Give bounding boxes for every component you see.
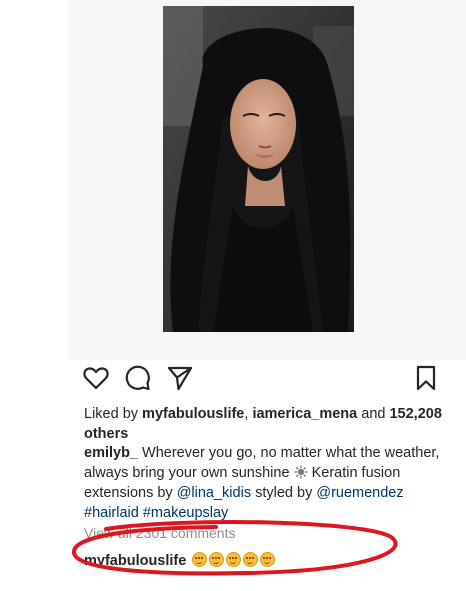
heart-eyes-emoji-icon bbox=[209, 552, 225, 567]
like-button[interactable] bbox=[82, 364, 110, 392]
likes-and: and bbox=[357, 406, 390, 422]
heart-eyes-emoji-icon bbox=[243, 552, 259, 567]
likes-others[interactable]: others bbox=[84, 426, 128, 442]
comment-username[interactable]: myfabulouslife bbox=[84, 553, 186, 569]
caption-username[interactable]: emilyb_ bbox=[84, 445, 138, 461]
post-photo[interactable] bbox=[163, 6, 354, 332]
heart-eyes-emoji-icon bbox=[226, 552, 242, 567]
heart-eyes-emoji-icon bbox=[260, 552, 276, 567]
share-button[interactable] bbox=[166, 364, 194, 392]
sun-icon bbox=[294, 465, 308, 479]
photo-illustration bbox=[163, 6, 354, 332]
heart-eyes-emoji-icon bbox=[192, 552, 208, 567]
caption-mention-2[interactable]: @ruemendez bbox=[316, 485, 403, 501]
caption-hashtag-1[interactable]: #hairlaid bbox=[84, 505, 139, 521]
comment-button[interactable] bbox=[124, 364, 152, 392]
likes-count[interactable]: 152,208 bbox=[389, 406, 441, 422]
caption-hashtag-2[interactable]: #makeupslay bbox=[143, 505, 228, 521]
comment-row: myfabulouslife bbox=[84, 551, 384, 571]
liker-username-2[interactable]: iamerica_mena bbox=[252, 406, 357, 422]
save-button[interactable] bbox=[412, 364, 440, 392]
post-actions-bar bbox=[82, 364, 442, 392]
share-icon bbox=[167, 366, 193, 391]
caption-mention-1[interactable]: @lina_kidis bbox=[177, 485, 251, 501]
likes-prefix: Liked by bbox=[84, 406, 143, 422]
comment-icon bbox=[125, 365, 150, 391]
heart-icon bbox=[83, 367, 109, 390]
bookmark-icon bbox=[416, 365, 436, 391]
likes-summary: Liked by myfabulouslife, iamerica_mena a… bbox=[84, 404, 454, 444]
post-caption: emilyb_ Wherever you go, no matter what … bbox=[84, 443, 454, 523]
liker-username-1[interactable]: myfabulouslife bbox=[142, 406, 244, 422]
caption-text-3: styled by bbox=[251, 485, 317, 501]
view-all-comments-link[interactable]: View all 2301 comments bbox=[84, 524, 384, 542]
